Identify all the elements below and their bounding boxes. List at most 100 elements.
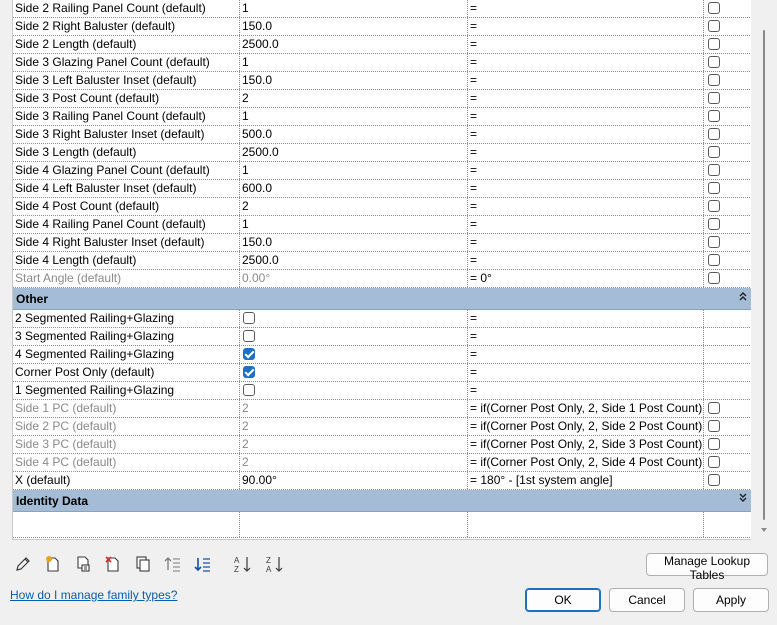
lock-checkbox[interactable] [708, 420, 720, 432]
parameter-value-cell[interactable]: 2500.0 [240, 144, 468, 161]
parameter-formula-cell[interactable]: = [468, 54, 704, 71]
lock-checkbox[interactable] [708, 74, 720, 86]
lock-checkbox[interactable] [708, 218, 720, 230]
parameter-row[interactable]: Side 4 Glazing Panel Count (default) 1 = [13, 162, 751, 180]
lock-checkbox[interactable] [708, 200, 720, 212]
parameter-value-checkbox[interactable] [243, 347, 255, 360]
parameter-value-cell[interactable] [240, 328, 468, 345]
lock-checkbox[interactable] [708, 164, 720, 176]
parameter-value-cell[interactable]: 150.0 [240, 18, 468, 35]
parameter-row[interactable]: Side 4 Left Baluster Inset (default) 600.… [13, 180, 751, 198]
parameter-row[interactable]: Side 4 PC (default) 2 = if(Corner Post Onl… [13, 454, 751, 472]
parameter-formula-cell[interactable]: = [468, 364, 704, 381]
parameter-formula-cell[interactable]: = [468, 328, 704, 345]
parameter-formula-cell[interactable]: = [468, 382, 704, 399]
parameter-value-cell[interactable]: 1 [240, 216, 468, 233]
parameter-value-cell[interactable]: 500.0 [240, 126, 468, 143]
scrollbar-thumb[interactable] [763, 30, 765, 520]
parameter-row[interactable]: 2 Segmented Railing+Glazing = [13, 310, 751, 328]
parameter-formula-cell[interactable]: = [468, 144, 704, 161]
lock-checkbox[interactable] [708, 128, 720, 140]
lock-checkbox[interactable] [708, 110, 720, 122]
cancel-button[interactable]: Cancel [609, 588, 685, 612]
parameter-row[interactable]: Side 1 PC (default) 2 = if(Corner Post Onl… [13, 400, 751, 418]
parameter-formula-cell[interactable]: = [468, 90, 704, 107]
parameter-row[interactable]: Side 3 Glazing Panel Count (default) 1 = [13, 54, 751, 72]
parameter-formula-cell[interactable]: = if(Corner Post Only, 2, Side 4 Post Co… [468, 454, 704, 471]
parameter-formula-cell[interactable]: = [468, 310, 704, 327]
parameter-formula-cell[interactable]: = if(Corner Post Only, 2, Side 2 Post Co… [468, 418, 704, 435]
parameter-formula-cell[interactable]: = [468, 216, 704, 233]
lock-checkbox[interactable] [708, 402, 720, 414]
lock-checkbox[interactable] [708, 272, 720, 284]
parameter-formula-cell[interactable]: = [468, 0, 704, 17]
parameter-row[interactable]: Start Angle (default) 0.00° = 0° [13, 270, 751, 288]
lock-checkbox[interactable] [708, 236, 720, 248]
parameter-formula-cell[interactable]: = if(Corner Post Only, 2, Side 3 Post Co… [468, 436, 704, 453]
parameter-formula-cell[interactable]: = [468, 162, 704, 179]
parameter-formula-cell[interactable]: = [468, 198, 704, 215]
parameter-row[interactable]: 4 Segmented Railing+Glazing = [13, 346, 751, 364]
parameter-value-cell[interactable]: 150.0 [240, 72, 468, 89]
lock-checkbox[interactable] [708, 92, 720, 104]
parameter-value-checkbox[interactable] [243, 365, 255, 378]
parameter-value-checkbox[interactable] [243, 329, 255, 342]
parameter-value-cell[interactable]: 2 [240, 436, 468, 453]
parameter-row[interactable]: Side 2 PC (default) 2 = if(Corner Post Onl… [13, 418, 751, 436]
parameter-row[interactable]: Side 4 Post Count (default) 2 = [13, 198, 751, 216]
manage-lookup-tables-button[interactable]: Manage Lookup Tables [646, 553, 768, 582]
parameter-value-cell[interactable]: 1 [240, 162, 468, 179]
parameter-row[interactable]: 1 Segmented Railing+Glazing = [13, 382, 751, 400]
parameter-value-cell[interactable]: 1 [240, 54, 468, 71]
parameter-value-cell[interactable]: 2 [240, 400, 468, 417]
parameter-row[interactable]: Corner Post Only (default) = [13, 364, 751, 382]
sort-descending-icon[interactable]: ZA [264, 552, 286, 576]
lock-checkbox[interactable] [708, 20, 720, 32]
parameter-formula-cell[interactable]: = [468, 72, 704, 89]
parameter-value-cell[interactable]: 2500.0 [240, 252, 468, 269]
parameter-value-cell[interactable] [240, 382, 468, 399]
parameter-value-cell[interactable]: 2 [240, 454, 468, 471]
parameter-value-cell[interactable] [240, 364, 468, 381]
expand-chevron-icon[interactable] [738, 490, 748, 512]
apply-button[interactable]: Apply [693, 588, 769, 612]
parameter-value-cell[interactable]: 90.00° [240, 472, 468, 489]
parameter-formula-cell[interactable]: = [468, 346, 704, 363]
lock-checkbox[interactable] [708, 56, 720, 68]
parameter-value-cell[interactable]: 2 [240, 90, 468, 107]
parameter-value-checkbox[interactable] [243, 311, 255, 324]
parameter-value-checkbox[interactable] [243, 383, 255, 396]
lock-checkbox[interactable] [708, 182, 720, 194]
parameter-value-cell[interactable] [240, 346, 468, 363]
parameter-row[interactable]: X (default) 90.00° = 180° - [1st system an… [13, 472, 751, 490]
parameter-row[interactable]: Side 3 Length (default) 2500.0 = [13, 144, 751, 162]
parameter-formula-cell[interactable]: = [468, 234, 704, 251]
parameter-value-cell[interactable]: 150.0 [240, 234, 468, 251]
group-header-identity-data[interactable]: Identity Data [13, 490, 751, 512]
parameter-value-cell[interactable]: 2 [240, 418, 468, 435]
sort-ascending-icon[interactable]: AZ [232, 552, 254, 576]
parameter-formula-cell[interactable]: = [468, 126, 704, 143]
parameter-row[interactable]: Side 3 Left Baluster Inset (default) 150.… [13, 72, 751, 90]
parameter-row[interactable]: Side 3 PC (default) 2 = if(Corner Post Onl… [13, 436, 751, 454]
parameter-row[interactable]: Side 2 Railing Panel Count (default) 1 = [13, 0, 751, 18]
parameter-value-cell[interactable]: 0.00° [240, 270, 468, 287]
parameter-row[interactable]: Side 4 Length (default) 2500.0 = [13, 252, 751, 270]
scroll-down-arrow-icon[interactable] [761, 528, 767, 532]
collapse-chevron-icon[interactable] [738, 288, 748, 310]
parameter-formula-cell[interactable]: = [468, 180, 704, 197]
copy-icon[interactable] [132, 552, 154, 576]
delete-type-icon[interactable] [102, 552, 124, 576]
lock-checkbox[interactable] [708, 38, 720, 50]
parameter-formula-cell[interactable]: = [468, 108, 704, 125]
move-up-icon[interactable] [162, 552, 184, 576]
parameter-formula-cell[interactable]: = [468, 18, 704, 35]
parameter-row[interactable]: Side 4 Right Baluster Inset (default) 150… [13, 234, 751, 252]
parameter-formula-cell[interactable]: = [468, 252, 704, 269]
parameter-row[interactable]: Side 4 Railing Panel Count (default) 1 = [13, 216, 751, 234]
edit-pencil-icon[interactable] [12, 552, 34, 576]
lock-checkbox[interactable] [708, 254, 720, 266]
ok-button[interactable]: OK [525, 588, 601, 612]
lock-checkbox[interactable] [708, 438, 720, 450]
lock-checkbox[interactable] [708, 474, 720, 486]
